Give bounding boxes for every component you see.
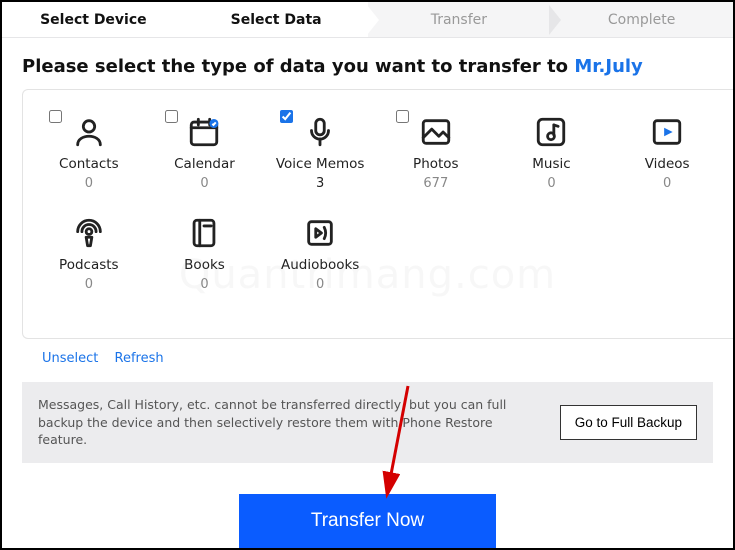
- voicememos-count: 3: [316, 176, 324, 191]
- data-type-calendar[interactable]: Calendar 0: [149, 110, 261, 193]
- voicememos-icon: [302, 114, 338, 150]
- contacts-icon: [71, 114, 107, 150]
- audiobooks-icon: [302, 215, 338, 251]
- videos-icon: [649, 114, 685, 150]
- step-complete: Complete: [550, 2, 733, 37]
- refresh-link[interactable]: Refresh: [115, 351, 164, 366]
- music-icon: [533, 114, 569, 150]
- data-type-voicememos[interactable]: Voice Memos 3: [264, 110, 376, 193]
- stepper: Select Device Select Data Transfer Compl…: [2, 2, 733, 38]
- photos-label: Photos: [413, 156, 459, 172]
- target-device-name: Mr.July: [574, 56, 642, 77]
- voicememos-checkbox[interactable]: [280, 110, 293, 123]
- photos-count: 677: [423, 176, 448, 191]
- link-row: Unselect Refresh: [2, 339, 733, 376]
- contacts-count: 0: [85, 176, 93, 191]
- books-icon: [186, 215, 222, 251]
- step-select-device[interactable]: Select Device: [2, 2, 185, 37]
- primary-button-row: Transfer Now: [2, 494, 733, 548]
- contacts-checkbox[interactable]: [49, 110, 62, 123]
- go-to-full-backup-button[interactable]: Go to Full Backup: [560, 405, 697, 440]
- data-type-videos[interactable]: Videos 0: [611, 110, 723, 193]
- data-type-music[interactable]: Music 0: [496, 110, 608, 193]
- videos-label: Videos: [645, 156, 690, 172]
- music-count: 0: [547, 176, 555, 191]
- podcasts-icon: [71, 215, 107, 251]
- step-label: Transfer: [431, 12, 487, 28]
- note-message: Messages, Call History, etc. cannot be t…: [38, 396, 544, 449]
- data-type-books[interactable]: Books 0: [149, 211, 261, 294]
- unselect-link[interactable]: Unselect: [42, 351, 98, 366]
- voicememos-label: Voice Memos: [276, 156, 365, 172]
- podcasts-label: Podcasts: [59, 257, 119, 273]
- step-label: Select Device: [40, 12, 147, 28]
- calendar-label: Calendar: [174, 156, 235, 172]
- data-type-contacts[interactable]: Contacts 0: [33, 110, 145, 193]
- full-backup-note: Messages, Call History, etc. cannot be t…: [22, 382, 713, 463]
- data-type-grid: Contacts 0 Calendar 0 Voice Memos 3 Photos 677 M…: [33, 110, 723, 294]
- calendar-checkbox[interactable]: [165, 110, 178, 123]
- photos-icon: [418, 114, 454, 150]
- step-transfer: Transfer: [368, 2, 551, 37]
- prompt-text: Please select the type of data you want …: [22, 56, 574, 77]
- step-select-data[interactable]: Select Data: [185, 2, 368, 37]
- data-type-audiobooks[interactable]: Audiobooks 0: [264, 211, 376, 294]
- podcasts-count: 0: [85, 277, 93, 292]
- step-label: Complete: [608, 12, 675, 28]
- books-label: Books: [184, 257, 225, 273]
- data-type-podcasts[interactable]: Podcasts 0: [33, 211, 145, 294]
- step-label: Select Data: [231, 12, 322, 28]
- prompt: Please select the type of data you want …: [2, 38, 733, 89]
- music-label: Music: [532, 156, 570, 172]
- contacts-label: Contacts: [59, 156, 119, 172]
- audiobooks-count: 0: [316, 277, 324, 292]
- photos-checkbox[interactable]: [396, 110, 409, 123]
- books-count: 0: [200, 277, 208, 292]
- transfer-now-button[interactable]: Transfer Now: [239, 494, 496, 548]
- audiobooks-label: Audiobooks: [281, 257, 359, 273]
- data-type-panel: Contacts 0 Calendar 0 Voice Memos 3 Photos 677 M…: [22, 89, 733, 339]
- data-type-photos[interactable]: Photos 677: [380, 110, 492, 193]
- calendar-icon: [186, 114, 222, 150]
- videos-count: 0: [663, 176, 671, 191]
- calendar-count: 0: [200, 176, 208, 191]
